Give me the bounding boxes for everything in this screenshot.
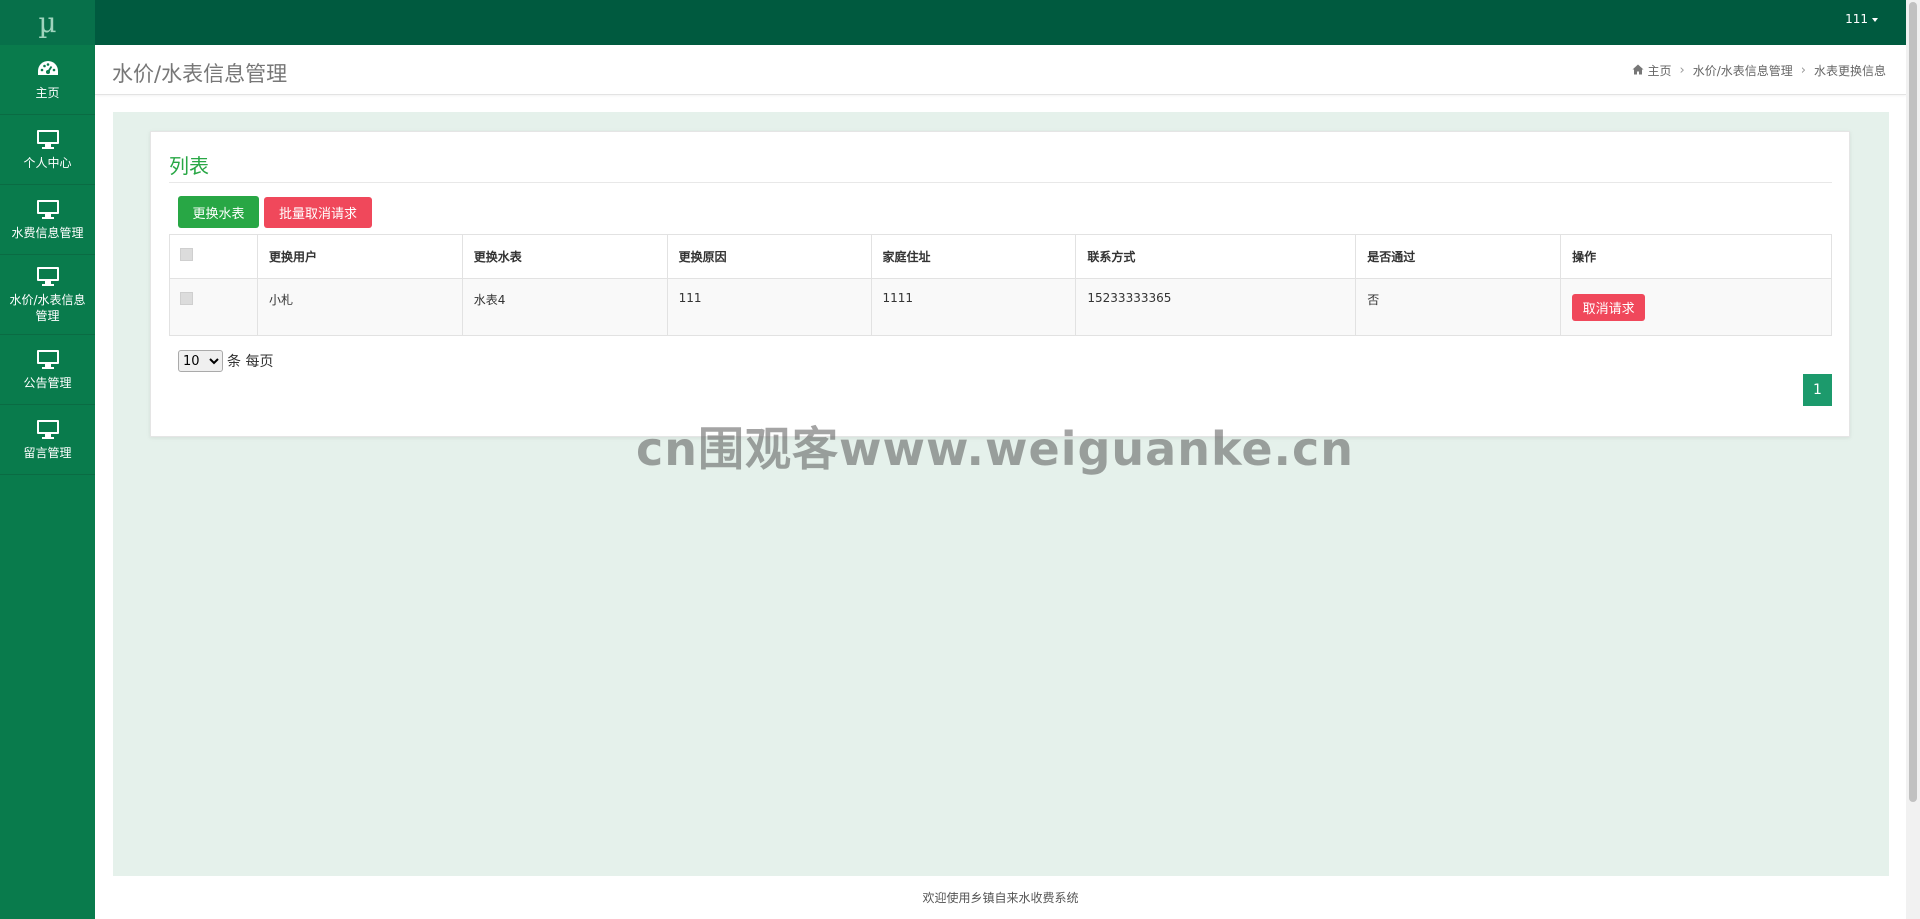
monitor-icon [36,128,60,150]
cell-action: 取消请求 [1560,278,1832,336]
cell-address: 1111 [870,278,1077,336]
sidebar-item-label: 个人中心 [23,156,72,170]
topbar: 111 [95,0,1906,45]
footer: 欢迎使用乡镇自来水收费系统 [95,876,1906,919]
user-menu[interactable]: 111 [1845,12,1878,26]
page-title: 水价/水表信息管理 [112,62,288,86]
sidebar-item-label: 水价/水表信息管理 [9,293,86,323]
list-card: 列表 更换水表 批量取消请求 更换用户 更换水表 更换原因 家庭住址 联系方式 [150,131,1850,437]
batch-cancel-button[interactable]: 批量取消请求 [264,197,372,228]
cancel-request-button[interactable]: 取消请求 [1572,293,1646,321]
sidebar-item-notice[interactable]: 公告管理 [0,335,95,405]
column-header: 联系方式 [1075,234,1357,279]
sidebar-item-home[interactable]: 主页 [0,45,95,115]
column-header: 更换水表 [461,234,668,279]
page-size-select[interactable]: 10 [178,350,223,372]
dashboard-icon [36,58,60,80]
scrollbar-thumb[interactable] [1909,2,1917,802]
data-table: 更换用户 更换水表 更换原因 家庭住址 联系方式 是否通过 操作 小札 水表4 … [169,234,1832,336]
column-header: 更换用户 [256,234,463,279]
page-size-control: 10 条 每页 [178,350,273,372]
breadcrumb: 主页 › 水价/水表信息管理 › 水表更换信息 [1632,62,1886,79]
caret-down-icon [1872,17,1878,22]
column-header: 家庭住址 [870,234,1077,279]
cell-approved: 否 [1355,278,1562,336]
logo: µ [0,0,95,45]
page-number-button[interactable]: 1 [1803,374,1832,406]
cell-user: 小札 [256,278,463,336]
select-all-cell [169,234,258,279]
sidebar-item-label: 水费信息管理 [11,226,84,240]
row-checkbox[interactable] [180,292,193,305]
sidebar-item-label: 留言管理 [23,446,72,460]
select-all-checkbox[interactable] [180,248,193,261]
page-size-label: 条 每页 [227,354,274,370]
breadcrumb-current: 水表更换信息 [1813,64,1886,78]
sidebar: µ 主页 个人中心 水费信息管理 水价/水表信息管理 公告管理 留言管理 [0,0,95,919]
chevron-right-icon: › [1800,63,1806,78]
breadcrumb-home[interactable]: 主页 [1648,62,1672,79]
home-icon [1632,64,1644,78]
row-select-cell [169,278,258,336]
monitor-icon [36,265,60,287]
cell-reason: 111 [666,278,872,336]
chevron-right-icon: › [1679,63,1685,78]
column-header: 是否通过 [1355,234,1562,279]
monitor-icon [36,418,60,440]
user-name: 111 [1845,12,1868,26]
sidebar-item-label: 公告管理 [23,376,72,390]
monitor-icon [36,198,60,220]
card-title: 列表 [169,154,209,178]
sidebar-item-profile[interactable]: 个人中心 [0,115,95,185]
breadcrumb-section[interactable]: 水价/水表信息管理 [1693,62,1793,79]
monitor-icon [36,348,60,370]
sidebar-item-water-fee[interactable]: 水费信息管理 [0,185,95,255]
table-header-row: 更换用户 更换水表 更换原因 家庭住址 联系方式 是否通过 操作 [169,234,1832,279]
sidebar-item-message[interactable]: 留言管理 [0,405,95,475]
column-header: 操作 [1560,234,1832,279]
cell-phone: 15233333365 [1075,278,1357,336]
column-header: 更换原因 [666,234,872,279]
cell-meter: 水表4 [461,278,668,336]
sidebar-item-water-meter[interactable]: 水价/水表信息管理 [0,255,95,335]
replace-meter-button[interactable]: 更换水表 [178,196,259,228]
page-header: 水价/水表信息管理 主页 › 水价/水表信息管理 › 水表更换信息 [95,45,1906,95]
watermark: cn围观客www.weiguanke.cn [636,422,1355,476]
divider [169,182,1832,183]
sidebar-item-label: 主页 [35,86,60,100]
table-row: 小札 水表4 111 1111 15233333365 否 取消请求 [169,278,1832,336]
scrollbar[interactable] [1906,0,1920,919]
